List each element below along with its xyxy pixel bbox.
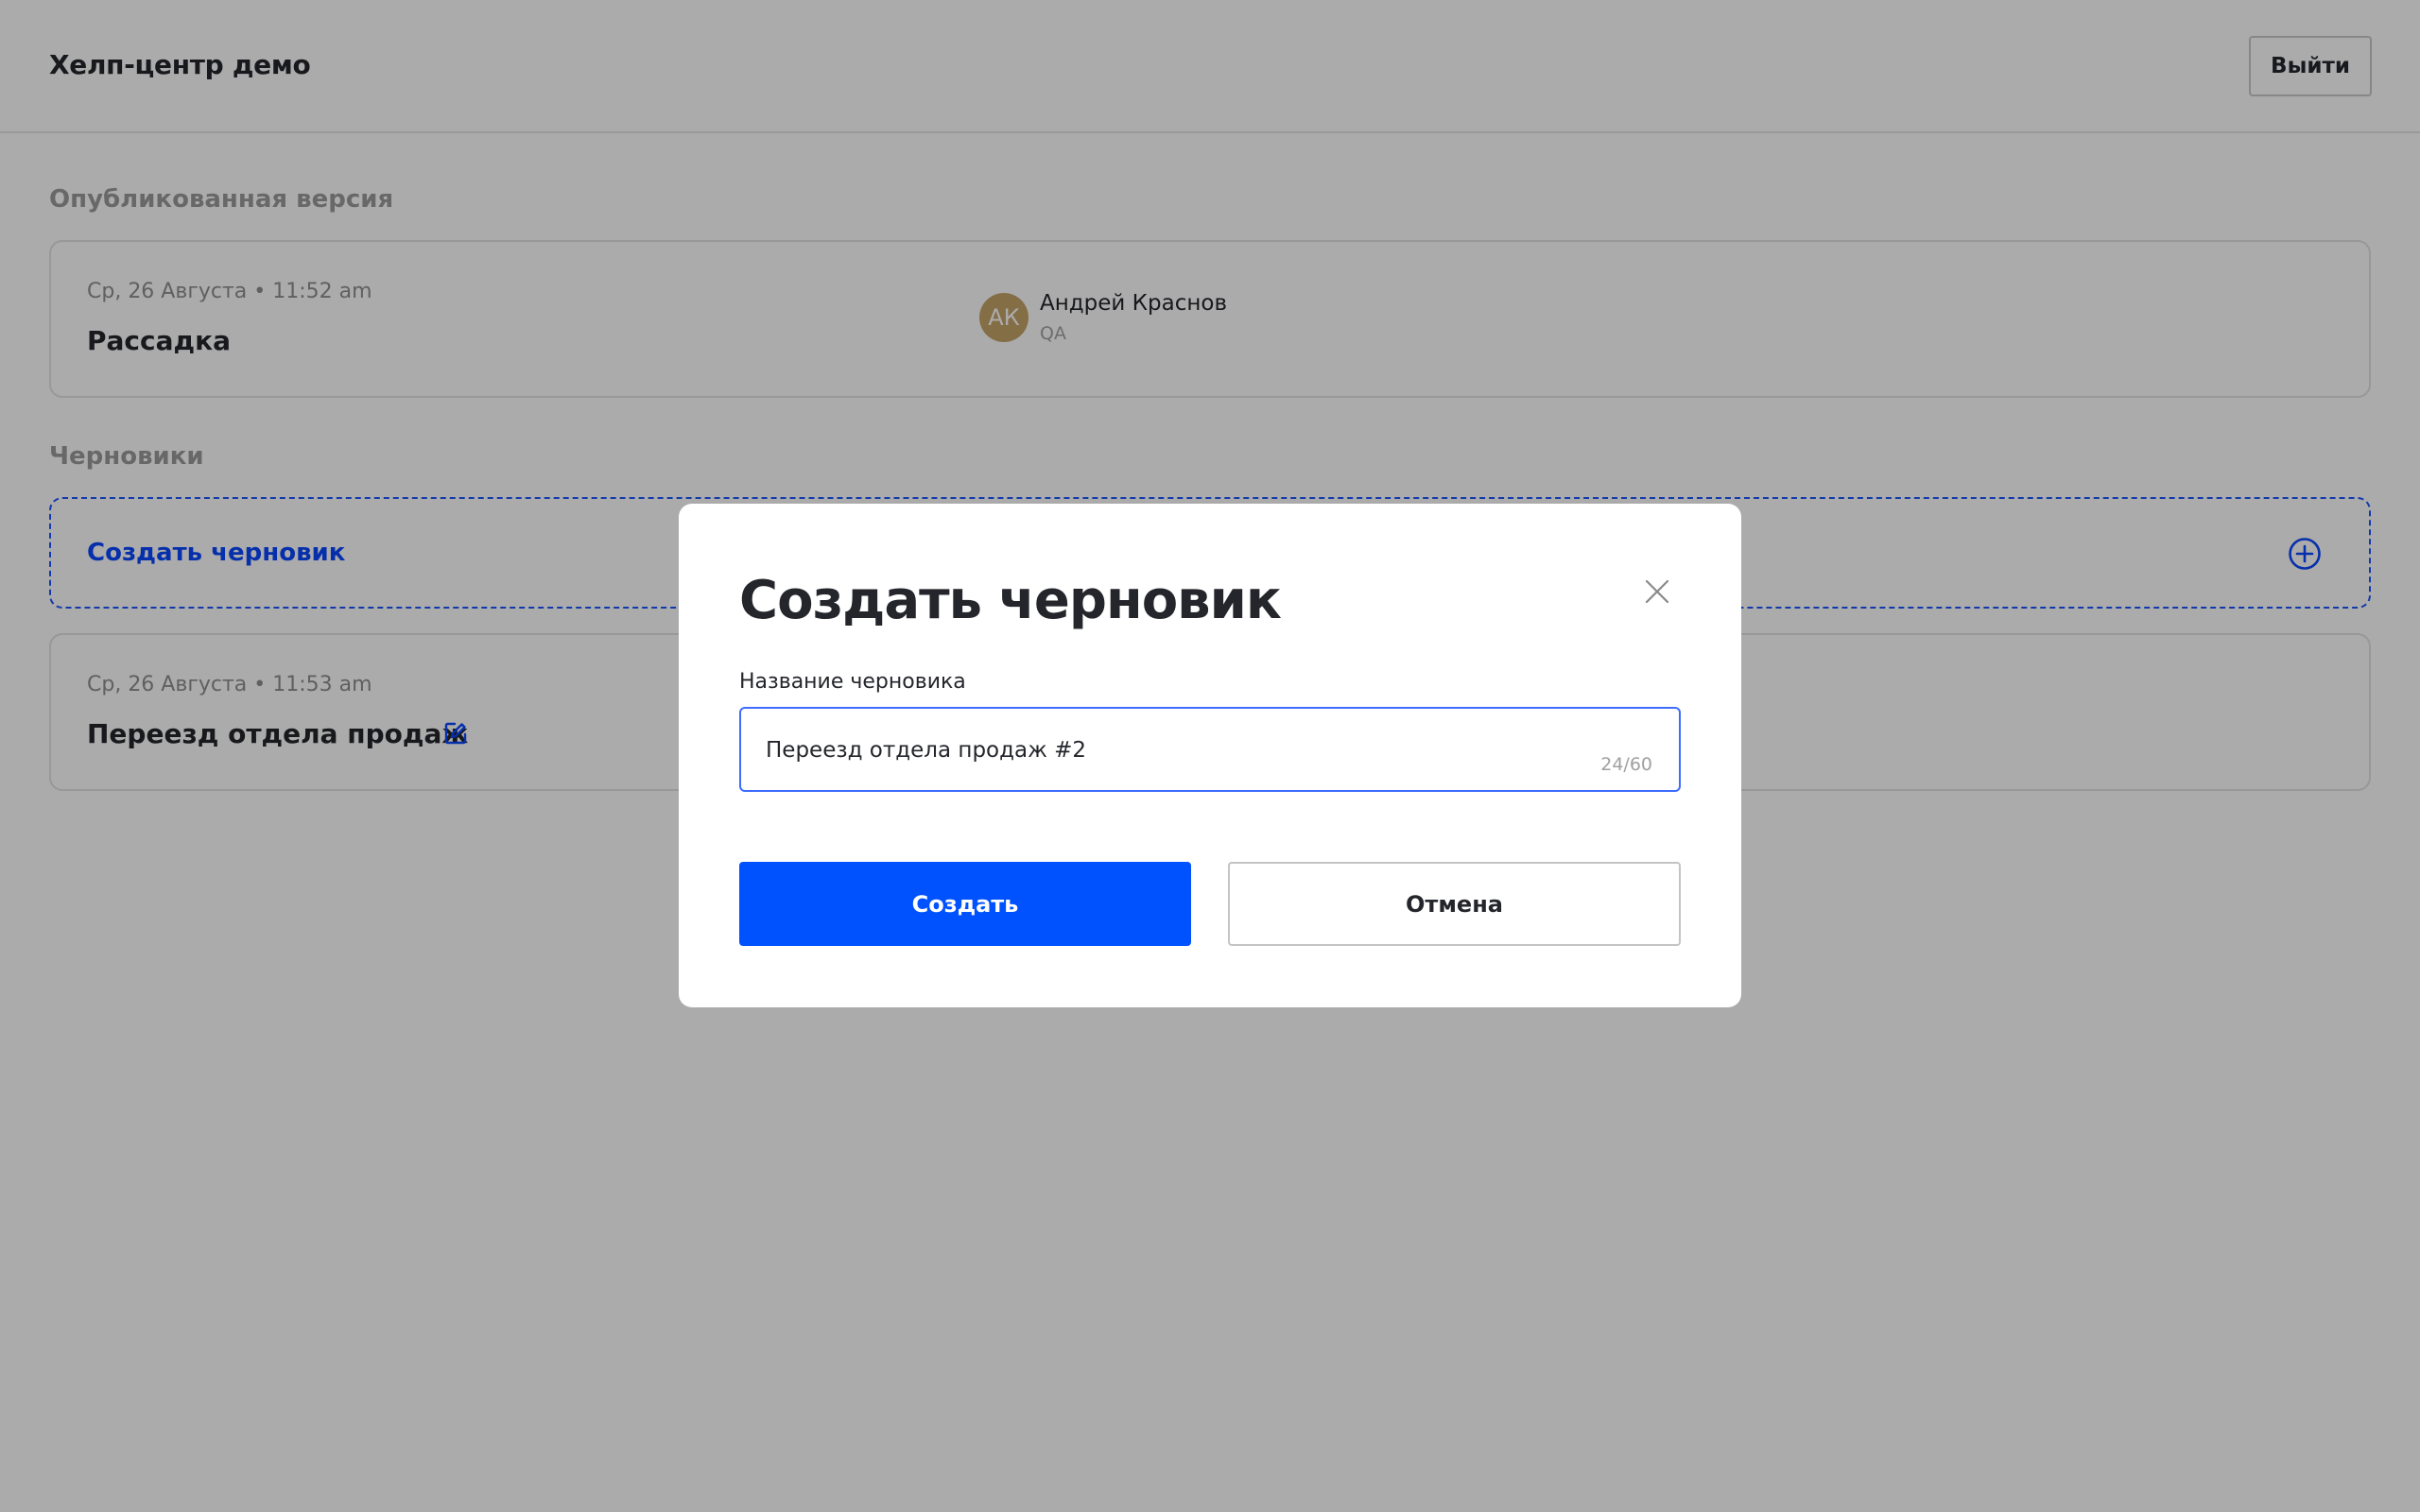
char-counter: 24/60 bbox=[1600, 754, 1652, 775]
draft-name-label: Название черновика bbox=[739, 670, 966, 694]
cancel-button[interactable]: Отмена bbox=[1228, 862, 1681, 946]
create-draft-modal: Создать черновик Название черновика 24/6… bbox=[679, 504, 1741, 1007]
draft-name-input[interactable] bbox=[766, 733, 1569, 767]
create-button[interactable]: Создать bbox=[739, 862, 1191, 946]
close-icon[interactable] bbox=[1641, 576, 1673, 608]
draft-name-field[interactable]: 24/60 bbox=[739, 707, 1681, 792]
modal-title: Создать черновик bbox=[739, 570, 1282, 631]
page: Хелп-центр демо Выйти Опубликованная вер… bbox=[0, 0, 2420, 1512]
